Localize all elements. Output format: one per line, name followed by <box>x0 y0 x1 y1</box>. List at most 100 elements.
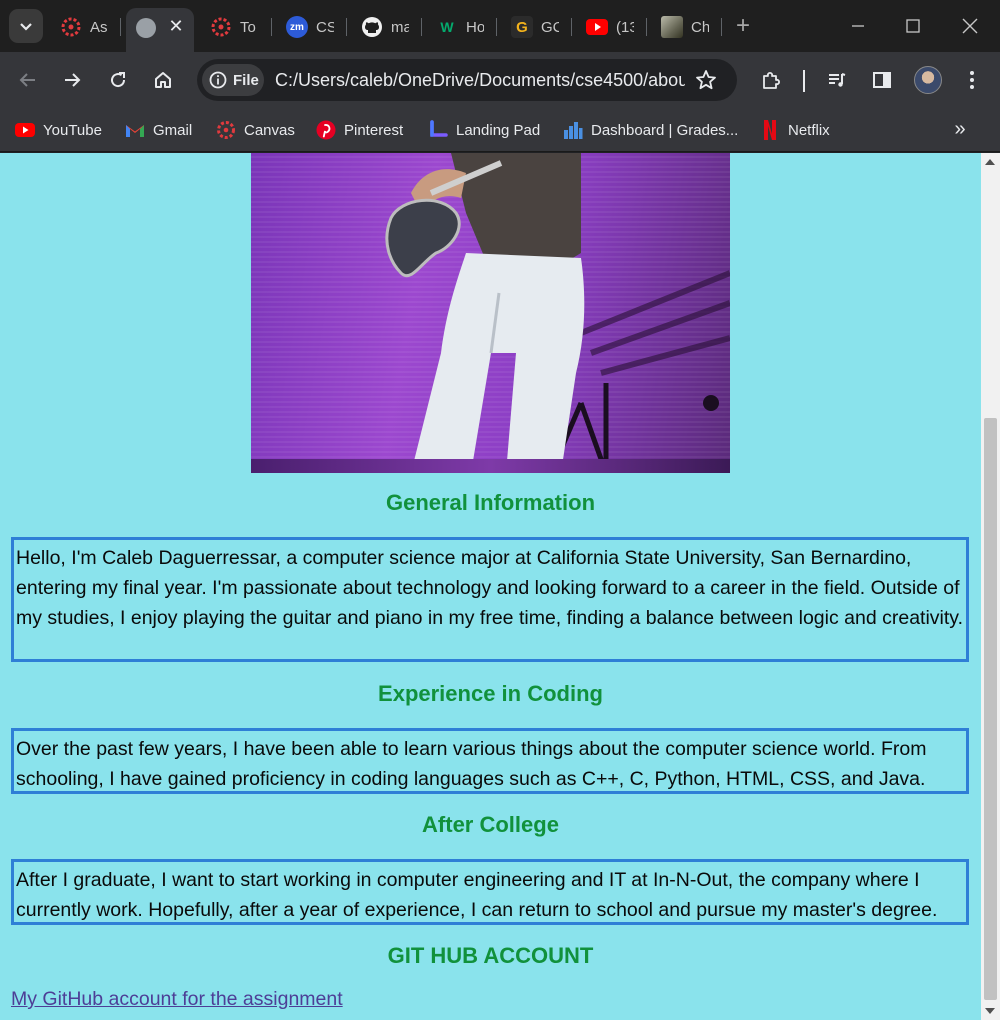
menu-button[interactable] <box>956 64 988 96</box>
minimize-icon <box>852 25 864 27</box>
tab-3[interactable]: To <box>200 10 258 44</box>
close-tab-icon[interactable]: ✕ <box>164 14 188 38</box>
experience-box: Over the past few years, I have been abl… <box>11 728 969 794</box>
tab-title: ma <box>391 18 409 36</box>
file-label: File <box>233 71 259 89</box>
github-icon <box>361 16 383 38</box>
media-controls-button[interactable] <box>821 64 853 96</box>
bookmark-label: Gmail <box>153 121 193 139</box>
section-heading-after-college: After College <box>422 812 559 837</box>
home-button[interactable] <box>147 64 179 96</box>
bookmarks-overflow-button[interactable]: » <box>948 118 972 142</box>
canvas-icon <box>210 16 232 38</box>
tab-title: To <box>240 18 256 36</box>
tab-title: GC <box>541 18 559 36</box>
new-tab-button[interactable]: + <box>731 14 755 38</box>
site-info-chip[interactable]: File <box>202 64 264 96</box>
after-college-box: After I graduate, I want to start workin… <box>11 859 969 925</box>
scrollbar-thumb[interactable] <box>984 418 997 1000</box>
tab-separator <box>120 18 121 36</box>
address-bar[interactable]: File C:/Users/caleb/OneDrive/Documents/c… <box>197 59 737 101</box>
after-college-text: After I graduate, I want to start workin… <box>16 869 938 921</box>
maximize-icon <box>906 19 920 33</box>
pinterest-icon <box>316 120 336 140</box>
bookmark-dashboard-grades[interactable]: Dashboard | Grades... <box>563 116 738 144</box>
profile-photo <box>251 153 730 473</box>
tab-active[interactable]: ✕ <box>126 8 194 52</box>
page-scrollbar[interactable] <box>981 153 1000 1020</box>
tab-search-button[interactable] <box>9 9 43 43</box>
bookmarks-bar: YouTube Gmail Canvas Pinterest Landing P… <box>0 108 1000 152</box>
canvas-icon <box>216 120 236 140</box>
bookmark-label: Canvas <box>244 121 295 139</box>
bookmark-label: Landing Pad <box>456 121 541 139</box>
w3schools-icon: W <box>440 19 454 35</box>
tab-separator <box>571 18 572 36</box>
section-heading-github: GIT HUB ACCOUNT <box>387 943 594 968</box>
forward-button[interactable] <box>56 64 88 96</box>
tab-title: Ch <box>691 18 709 36</box>
section-heading-general: General Information <box>385 490 596 515</box>
side-panel-button[interactable] <box>866 64 898 96</box>
github-account-link[interactable]: My GitHub account for the assignment <box>11 988 343 1011</box>
netflix-icon <box>760 120 780 140</box>
tab-8[interactable]: (13 <box>576 10 634 44</box>
tab-9[interactable]: Ch <box>651 10 709 44</box>
page-viewport: General Information Hello, I'm Caleb Dag… <box>0 153 981 1020</box>
music-queue-icon <box>829 73 846 87</box>
tab-title: (13 <box>616 18 634 36</box>
info-icon <box>209 71 227 89</box>
tab-strip: As ✕ To zm CS ma W Ho G GC (13 Ch + <box>0 0 1000 52</box>
gmail-icon <box>125 120 145 140</box>
tab-4[interactable]: zm CS <box>276 10 334 44</box>
reload-button[interactable] <box>102 64 134 96</box>
google-icon: G <box>511 16 533 38</box>
scroll-up-arrow-icon[interactable] <box>985 159 995 165</box>
profile-avatar[interactable] <box>914 66 942 94</box>
puzzle-icon <box>763 72 780 89</box>
bookmark-pinterest[interactable]: Pinterest <box>316 116 403 144</box>
scroll-down-arrow-icon[interactable] <box>985 1008 995 1014</box>
globe-icon <box>136 18 156 38</box>
arrow-right-icon <box>65 73 81 87</box>
general-info-text: Hello, I'm Caleb Daguerressar, a compute… <box>16 547 964 629</box>
star-icon <box>696 70 716 90</box>
bookmark-canvas[interactable]: Canvas <box>216 116 295 144</box>
back-button[interactable] <box>12 64 44 96</box>
bookmark-label: YouTube <box>43 121 102 139</box>
tab-6[interactable]: W Ho <box>426 10 484 44</box>
url-text[interactable]: C:/Users/caleb/OneDrive/Documents/cse450… <box>275 70 685 91</box>
bookmark-gmail[interactable]: Gmail <box>125 116 192 144</box>
bookmark-netflix[interactable]: Netflix <box>760 116 830 144</box>
reload-icon <box>111 72 126 88</box>
minimize-button[interactable] <box>843 12 873 40</box>
landing-pad-icon <box>428 120 448 140</box>
extensions-button[interactable] <box>755 64 787 96</box>
chevron-down-icon <box>20 23 32 31</box>
photo-thumbnail-icon <box>661 16 683 38</box>
bookmark-youtube[interactable]: YouTube <box>15 116 102 144</box>
maximize-button[interactable] <box>898 12 928 40</box>
bookmark-label: Netflix <box>788 121 830 139</box>
bookmark-landing-pad[interactable]: Landing Pad <box>428 116 540 144</box>
bookmark-label: Pinterest <box>344 121 404 139</box>
experience-text: Over the past few years, I have been abl… <box>16 738 927 790</box>
toolbar: File C:/Users/caleb/OneDrive/Documents/c… <box>0 52 1000 108</box>
stage-floor <box>251 459 730 473</box>
tab-5[interactable]: ma <box>351 10 409 44</box>
zoom-icon: zm <box>286 16 308 38</box>
tab-1[interactable]: As <box>50 10 108 44</box>
toolbar-separator <box>803 70 805 92</box>
close-window-button[interactable] <box>955 12 985 40</box>
tab-7[interactable]: G GC <box>501 10 559 44</box>
tab-separator <box>271 18 272 36</box>
dashboard-icon <box>563 120 583 140</box>
tab-separator <box>421 18 422 36</box>
close-icon <box>962 18 978 34</box>
tab-separator <box>496 18 497 36</box>
side-panel-icon <box>873 72 891 88</box>
bookmark-star-button[interactable] <box>693 67 719 93</box>
arrow-left-icon <box>19 73 35 87</box>
kebab-menu-icon <box>970 71 974 89</box>
general-info-box: Hello, I'm Caleb Daguerressar, a compute… <box>11 537 969 662</box>
